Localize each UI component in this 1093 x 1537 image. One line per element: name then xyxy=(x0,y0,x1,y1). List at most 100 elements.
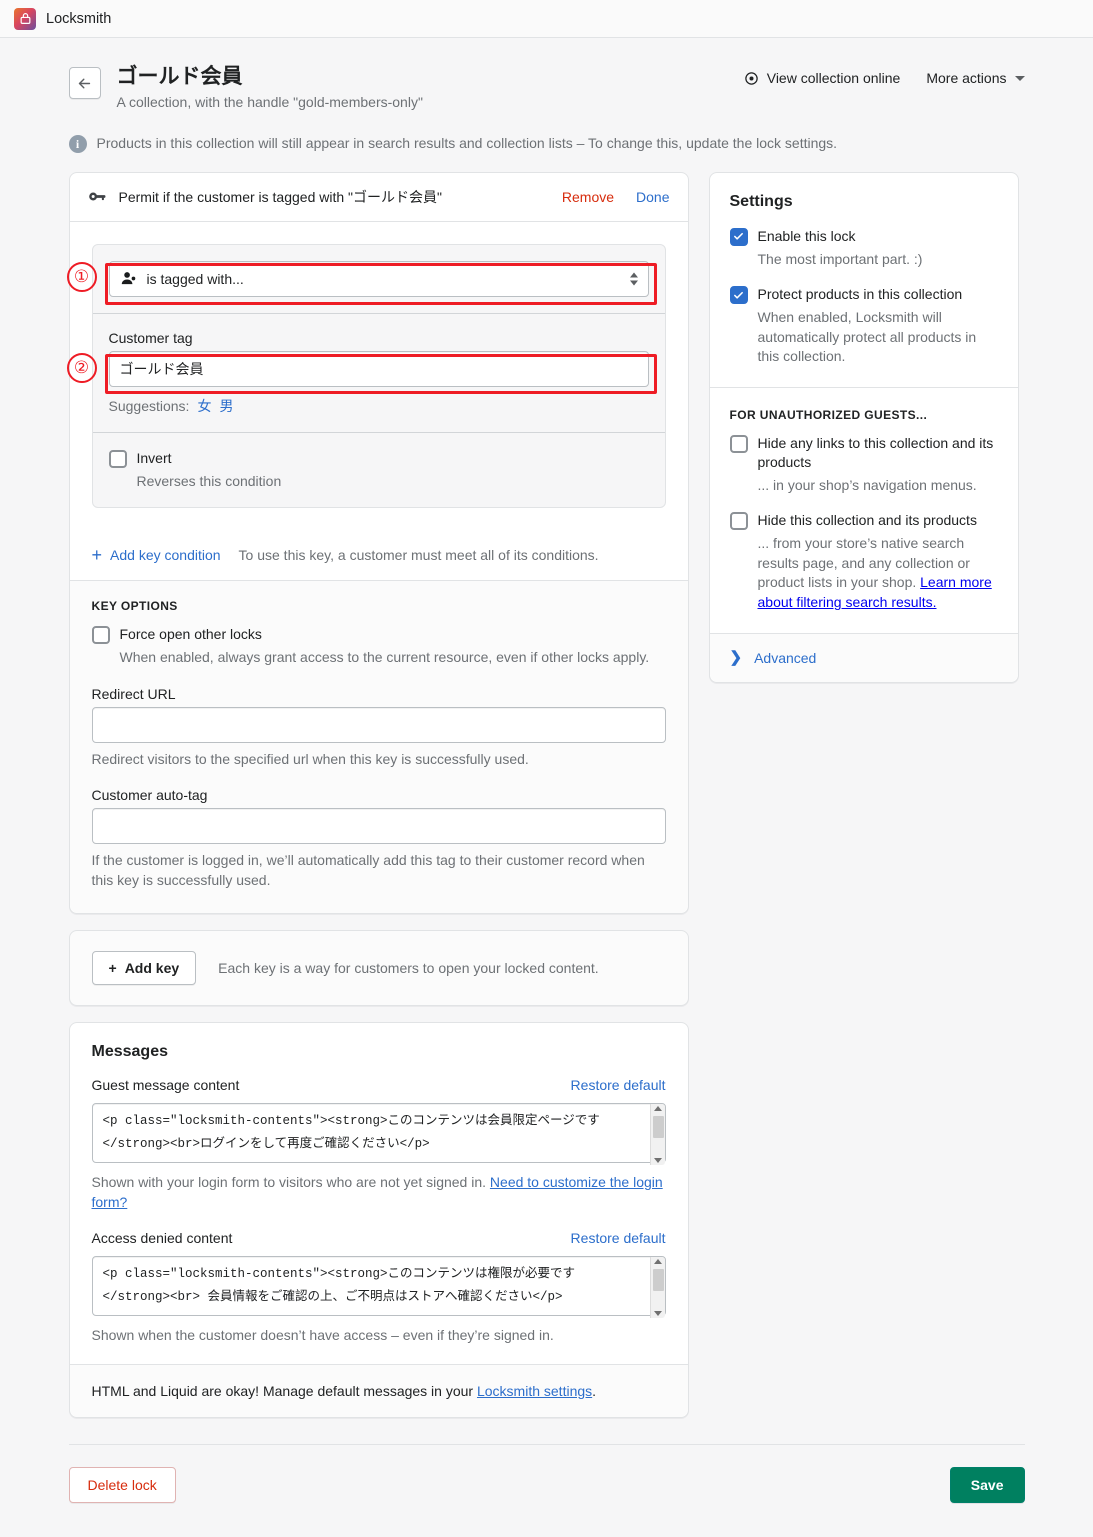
key-options-section: KEY OPTIONS Force open other locks When … xyxy=(69,581,688,913)
key-card-header: Permit if the customer is tagged with "ゴ… xyxy=(69,173,688,222)
footer-actions: Delete lock Save xyxy=(68,1445,1025,1503)
suggestion-male[interactable]: 男 xyxy=(219,398,233,414)
access-denied-scrollbar[interactable] xyxy=(649,1257,665,1319)
enable-lock-help: The most important part. :) xyxy=(757,250,923,267)
app-bar: Locksmith xyxy=(0,0,1093,38)
access-denied-label: Access denied content xyxy=(91,1230,233,1247)
save-button[interactable]: Save xyxy=(949,1466,1025,1503)
customer-tag-input[interactable] xyxy=(108,350,649,387)
hide-collection-checkbox[interactable] xyxy=(729,512,748,531)
enable-lock-checkbox[interactable] xyxy=(729,227,748,246)
settings-column: Settings Enable this lock The most impor… xyxy=(708,171,1019,683)
redirect-url-field: Redirect URL Redirect visitors to the sp… xyxy=(91,686,666,769)
protect-products-help: When enabled, Locksmith will automatical… xyxy=(757,309,977,365)
customer-tag-row: Customer tag Suggestions: 女男 xyxy=(93,314,665,432)
view-collection-online-label: View collection online xyxy=(766,70,901,86)
force-open-checkbox[interactable] xyxy=(91,626,110,645)
header-actions: View collection online More actions xyxy=(744,70,1025,86)
unauthorized-guests-section: FOR UNAUTHORIZED GUESTS... Hide any link… xyxy=(709,387,1018,633)
protect-products-checkbox[interactable] xyxy=(729,286,748,305)
more-actions-button[interactable]: More actions xyxy=(926,70,1025,86)
page-header: ゴールド会員 A collection, with the handle "go… xyxy=(68,64,1025,111)
delete-lock-button[interactable]: Delete lock xyxy=(68,1466,176,1503)
hide-collection-help: ... from your store’s native search resu… xyxy=(758,534,998,612)
locksmith-settings-link[interactable]: Locksmith settings xyxy=(477,1383,592,1399)
force-open-row: Force open other locks When enabled, alw… xyxy=(91,625,666,667)
add-key-button-label: Add key xyxy=(124,959,180,976)
advanced-row[interactable]: ❯ Advanced xyxy=(709,632,1018,682)
messages-card: Messages Guest message content Restore d… xyxy=(68,1021,689,1418)
add-key-button[interactable]: + Add key xyxy=(91,950,197,985)
key-options-title: KEY OPTIONS xyxy=(91,599,178,614)
guest-message-label: Guest message content xyxy=(91,1076,240,1093)
access-denied-help: Shown when the customer doesn’t have acc… xyxy=(91,1327,554,1344)
redirect-url-input[interactable] xyxy=(91,706,666,743)
page-title: ゴールド会員 xyxy=(116,65,243,88)
info-icon: i xyxy=(68,135,87,154)
protect-products-label: Protect products in this collection xyxy=(757,286,963,303)
add-key-condition-hint: To use this key, a customer must meet al… xyxy=(238,547,599,564)
customer-auto-tag-label: Customer auto-tag xyxy=(91,787,208,804)
plus-icon: + xyxy=(108,959,117,976)
advanced-label: Advanced xyxy=(754,649,817,666)
messages-footer-tail: . xyxy=(592,1382,597,1399)
guest-message-help-text: Shown with your login form to visitors w… xyxy=(91,1173,487,1190)
eye-icon xyxy=(744,71,758,85)
force-open-label: Force open other locks xyxy=(119,626,262,643)
guest-message-help: Shown with your login form to visitors w… xyxy=(92,1172,666,1213)
suggestion-female[interactable]: 女 xyxy=(197,398,211,414)
condition-type-select[interactable]: is tagged with... xyxy=(108,260,649,297)
scroll-down-icon[interactable] xyxy=(653,1157,662,1163)
scrollbar-thumb[interactable] xyxy=(652,1269,664,1292)
info-banner-text: Products in this collection will still a… xyxy=(96,135,838,152)
add-key-condition-link[interactable]: Add key condition xyxy=(110,547,221,563)
force-open-help: When enabled, always grant access to the… xyxy=(119,649,650,666)
messages-title: Messages xyxy=(91,1042,169,1060)
guest-message-textarea[interactable]: <p class="locksmith-contents"><strong>この… xyxy=(91,1102,666,1163)
scrollbar-thumb[interactable] xyxy=(652,1115,664,1138)
guest-message-field: Guest message content Restore default <p… xyxy=(91,1076,666,1213)
suggestions-label: Suggestions: xyxy=(108,397,190,414)
protect-products-row: Protect products in this collection When… xyxy=(729,285,998,367)
page-subtitle: A collection, with the handle "gold-memb… xyxy=(116,94,423,111)
key-card: Permit if the customer is tagged with "ゴ… xyxy=(68,171,689,914)
add-key-condition-row: + Add key condition To use this key, a c… xyxy=(69,530,688,582)
more-actions-label: More actions xyxy=(926,70,1007,86)
condition-type-value: is tagged with... xyxy=(146,270,244,287)
add-key-hint: Each key is a way for customers to open … xyxy=(218,959,599,976)
key-icon xyxy=(88,187,107,206)
denied-restore-default-link[interactable]: Restore default xyxy=(571,1230,666,1246)
invert-row: Invert Reverses this condition xyxy=(93,433,665,507)
hide-collection-row: Hide this collection and its products ..… xyxy=(729,511,998,612)
view-collection-online-button[interactable]: View collection online xyxy=(744,70,901,86)
settings-title: Settings xyxy=(729,192,793,210)
key-card-title: Permit if the customer is tagged with "ゴ… xyxy=(118,188,442,205)
redirect-url-help: Redirect visitors to the specified url w… xyxy=(91,750,529,767)
access-denied-textarea[interactable]: <p class="locksmith-contents"><strong>この… xyxy=(91,1256,666,1317)
guest-restore-default-link[interactable]: Restore default xyxy=(571,1077,666,1093)
main-column: Permit if the customer is tagged with "ゴ… xyxy=(68,171,689,1418)
customer-auto-tag-input[interactable] xyxy=(91,808,666,845)
done-key-link[interactable]: Done xyxy=(636,189,669,205)
scroll-up-icon[interactable] xyxy=(653,1105,662,1111)
invert-label: Invert xyxy=(136,449,172,466)
remove-key-link[interactable]: Remove xyxy=(562,189,614,205)
chevron-down-icon xyxy=(1014,75,1025,81)
unauthorized-guests-title: FOR UNAUTHORIZED GUESTS... xyxy=(729,408,928,422)
messages-footer: HTML and Liquid are okay! Manage default… xyxy=(69,1363,688,1417)
hide-links-checkbox[interactable] xyxy=(729,435,748,453)
back-button[interactable] xyxy=(68,67,101,99)
hide-links-row: Hide any links to this collection and it… xyxy=(729,434,998,495)
invert-help: Reverses this condition xyxy=(136,472,282,489)
customer-tag-label: Customer tag xyxy=(108,329,193,346)
scroll-down-icon[interactable] xyxy=(653,1311,662,1317)
guest-message-scrollbar[interactable] xyxy=(649,1103,665,1165)
invert-checkbox[interactable] xyxy=(108,449,127,468)
condition-select-row: is tagged with... xyxy=(93,245,665,313)
settings-card: Settings Enable this lock The most impor… xyxy=(708,171,1019,683)
scroll-up-icon[interactable] xyxy=(653,1259,662,1265)
app-title: Locksmith xyxy=(46,10,112,27)
plus-icon: + xyxy=(91,545,103,566)
suggestions-row: Suggestions: 女男 xyxy=(109,396,649,416)
up-down-arrows-icon xyxy=(629,272,638,286)
